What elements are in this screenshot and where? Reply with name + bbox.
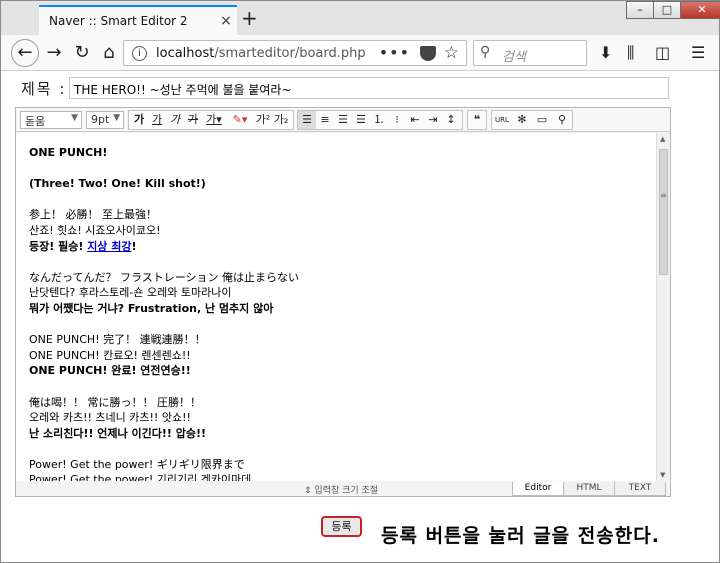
content-line: 등장! 필승! 지상 최강!: [29, 239, 643, 255]
content-line: なんだってんだ？ フラストレーション 俺は止まらない: [29, 270, 300, 284]
numbered-list-icon[interactable]: ⒈: [370, 111, 388, 129]
subject-input[interactable]: THE HERO!! ~성난 주먹에 불을 붙여라~: [69, 77, 669, 99]
editor-content[interactable]: ONE PUNCH! (Three! Two! One! Kill shot!)…: [16, 133, 656, 481]
tab-html[interactable]: HTML: [563, 482, 615, 496]
content-line: 오레와 카츠!! 츠네니 카츠!! 앗쇼!!: [29, 411, 191, 425]
close-window-button[interactable]: ✕: [680, 1, 720, 19]
content-line: (Three! Two! One! Kill shot!): [29, 177, 206, 191]
content-line: ONE PUNCH!: [29, 146, 108, 159]
tab-close-icon[interactable]: ×: [215, 13, 237, 29]
address-bar[interactable]: i localhost/smarteditor/board.php ••• ☆: [123, 40, 467, 66]
maximize-button[interactable]: □: [653, 1, 681, 19]
mode-tabs: Editor HTML TEXT: [512, 482, 666, 496]
minimize-button[interactable]: –: [626, 1, 654, 19]
content-line: 뭐가 어쨌다는 거냐? Frustration, 난 멈추지 않아: [29, 301, 274, 315]
line-height-icon[interactable]: ↕: [442, 111, 460, 129]
new-tab-button[interactable]: +: [241, 7, 258, 29]
search-placeholder: 검색: [502, 50, 526, 65]
site-info-icon[interactable]: i: [132, 46, 147, 61]
content-line: Power! Get the power! 기리기리 겐카이마데: [29, 473, 252, 481]
content-line: 난 소리친다!! 언제나 이긴다!! 압승!!: [29, 426, 206, 440]
reload-icon[interactable]: ↻: [69, 40, 95, 66]
content-line: 参上！ 必勝！ 至上最強！: [29, 208, 157, 222]
underline-icon[interactable]: 가: [148, 111, 166, 129]
search-input[interactable]: ⚲ 검색: [473, 40, 587, 66]
url-text: localhost/smarteditor/board.php: [156, 46, 366, 61]
forward-icon[interactable]: →: [41, 40, 67, 66]
window-controls: – □ ✕: [626, 1, 720, 19]
subscript-icon[interactable]: 가₂: [272, 111, 290, 129]
tab-editor[interactable]: Editor: [512, 482, 564, 496]
scroll-up-icon[interactable]: ▲: [660, 135, 665, 143]
content-line: ONE PUNCH! 칸료오! 렌센렌쇼!!: [29, 348, 191, 362]
sidebar-icon[interactable]: ◫: [655, 43, 670, 62]
resize-handle[interactable]: ⇕ 입력창 크기 조절: [304, 483, 378, 496]
library-icon[interactable]: ⫼: [627, 43, 634, 63]
search-icon: ⚲: [480, 44, 491, 60]
content-line: Power! Get the power! ギリギリ限界まで: [29, 457, 245, 471]
bullet-list-icon[interactable]: ⁝: [388, 111, 406, 129]
content-line: 난닷텐다? 후라스토레-숀 오레와 토마라나이: [29, 286, 232, 300]
outdent-icon[interactable]: ⇤: [406, 111, 424, 129]
content-link[interactable]: 지상 최강: [87, 240, 131, 253]
content-line: [29, 317, 643, 333]
align-center-icon[interactable]: ≡: [316, 111, 334, 129]
highlight-color-icon[interactable]: ✎▾: [228, 111, 252, 129]
browser-window: Naver :: Smart Editor 2 × + – □ ✕ ← → ↻ …: [0, 0, 720, 563]
table-icon[interactable]: ▭: [532, 111, 552, 129]
menu-icon[interactable]: ☰: [691, 43, 705, 62]
link-icon[interactable]: URL: [492, 111, 512, 129]
tab-text[interactable]: TEXT: [614, 482, 666, 496]
align-right-icon[interactable]: ☰: [334, 111, 352, 129]
bold-icon[interactable]: 가: [130, 111, 148, 129]
scroll-grip-icon: ≡: [660, 191, 667, 200]
tab-title: Naver :: Smart Editor 2: [49, 14, 188, 28]
special-char-icon[interactable]: ✻: [512, 111, 532, 129]
content-line: [29, 161, 643, 177]
line-prefix: 등장! 필승!: [29, 239, 88, 253]
page-actions-icon[interactable]: •••: [379, 43, 410, 62]
editor-footer: ⇕ 입력창 크기 조절 Editor HTML TEXT: [16, 482, 670, 496]
font-size-select[interactable]: 9pt ▼: [86, 111, 124, 129]
superscript-icon[interactable]: 가²: [254, 111, 272, 129]
line-suffix: !: [131, 239, 137, 253]
instruction-caption: 등록 버튼을 눌러 글을 전송한다.: [381, 525, 660, 547]
submit-button[interactable]: 등록: [321, 516, 362, 537]
navigation-bar: ← → ↻ ⌂ i localhost/smarteditor/board.ph…: [1, 35, 719, 71]
content-line: [29, 192, 643, 208]
content-line: ONE PUNCH! 완료! 연전연승!!: [29, 364, 191, 378]
editor-scrollbar[interactable]: ▲ ≡ ▼: [656, 133, 670, 481]
align-left-icon[interactable]: ☰: [298, 111, 316, 129]
smart-editor: 돋움 ▼ 9pt ▼ 가 가 가 가 가▾ ✎▾ 가² 가₂ ☰ ≡ ☰ ☰ ⒈ ⁝…: [15, 107, 671, 497]
subject-label: 제목 :: [21, 80, 67, 98]
strikethrough-icon[interactable]: 가: [184, 111, 202, 129]
content-line: [29, 254, 643, 270]
quote-icon[interactable]: ❝: [468, 111, 486, 129]
indent-icon[interactable]: ⇥: [424, 111, 442, 129]
content-line: ONE PUNCH! 完了！ 連戦連勝！！: [29, 333, 206, 347]
back-icon[interactable]: ←: [11, 39, 39, 67]
font-color-icon[interactable]: 가▾: [202, 111, 226, 129]
subject-row: 제목 : THE HERO!! ~성난 주먹에 불을 붙여라~: [19, 76, 671, 100]
find-replace-icon[interactable]: ⚲: [552, 111, 572, 129]
bookmark-star-icon[interactable]: ☆: [444, 43, 459, 63]
pocket-icon[interactable]: [420, 46, 436, 61]
font-family-select[interactable]: 돋움 ▼: [20, 111, 82, 129]
scrollbar-thumb[interactable]: [659, 149, 668, 275]
align-justify-icon[interactable]: ☰: [352, 111, 370, 129]
download-icon[interactable]: ⬇: [599, 43, 612, 62]
content-line: [29, 441, 643, 457]
home-icon[interactable]: ⌂: [96, 40, 122, 66]
italic-icon[interactable]: 가: [166, 111, 184, 129]
browser-tab[interactable]: Naver :: Smart Editor 2 ×: [39, 5, 237, 35]
scroll-down-icon[interactable]: ▼: [660, 471, 665, 479]
content-line: 俺は喝！！ 常に勝っ！！ 圧勝！！: [29, 395, 201, 409]
content-line: [29, 379, 643, 395]
content-line: 산죠! 힛쇼! 시죠오사이쿄오!: [29, 223, 161, 237]
tab-strip: Naver :: Smart Editor 2 × + – □ ✕: [1, 1, 720, 35]
editor-toolbar: 돋움 ▼ 9pt ▼ 가 가 가 가 가▾ ✎▾ 가² 가₂ ☰ ≡ ☰ ☰ ⒈ ⁝…: [16, 108, 670, 132]
